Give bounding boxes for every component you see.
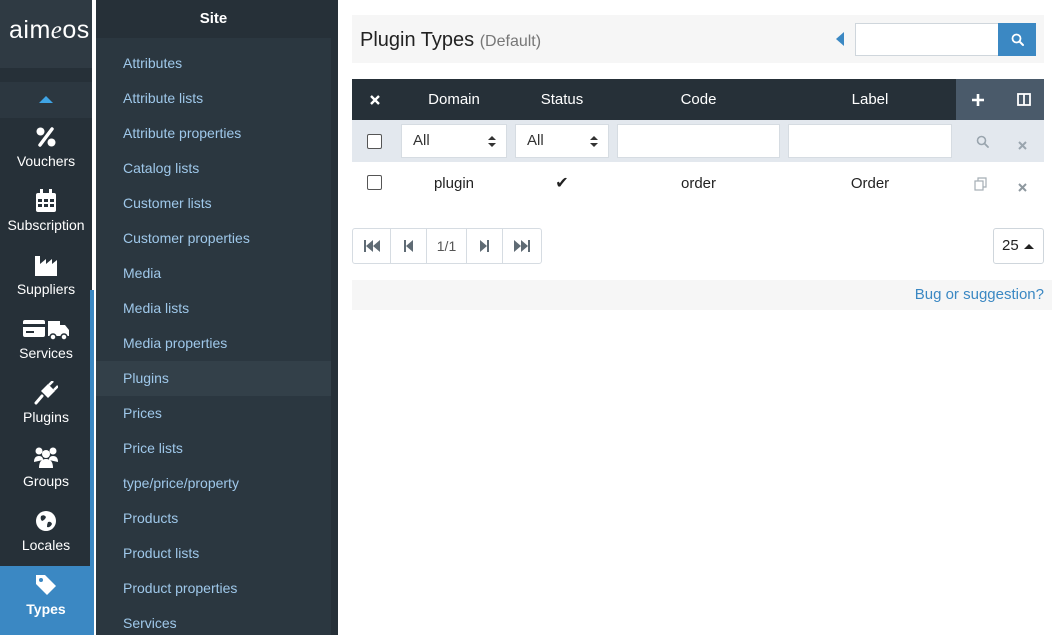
rail-scroll-up-button[interactable] xyxy=(0,82,92,118)
search-button[interactable] xyxy=(998,23,1036,56)
sidebar-item-services[interactable]: Services xyxy=(0,310,92,374)
subnav-item-services[interactable]: Services xyxy=(96,606,331,635)
subnav-item-customer-properties[interactable]: Customer properties xyxy=(96,221,331,256)
table-row[interactable]: plugin ✔ order Order xyxy=(352,162,1044,206)
close-icon xyxy=(1018,141,1027,150)
table-header-actions xyxy=(956,79,1044,120)
close-icon xyxy=(1018,183,1027,192)
sidebar-item-locales[interactable]: Locales xyxy=(0,502,92,566)
plug-icon xyxy=(0,379,92,407)
sidebar-item-groups[interactable]: Groups xyxy=(0,438,92,502)
status-check-icon: ✔ xyxy=(555,175,569,192)
cell-label: Order xyxy=(850,175,890,192)
close-icon xyxy=(370,95,380,105)
previous-page-button[interactable] xyxy=(391,229,427,263)
caret-up-icon xyxy=(1024,244,1034,249)
copy-icon xyxy=(974,177,987,191)
status-filter-select[interactable]: All xyxy=(515,124,609,158)
users-icon xyxy=(0,443,92,471)
last-page-button[interactable] xyxy=(503,229,541,263)
column-header-code[interactable]: Code xyxy=(617,79,780,120)
cell-code: order xyxy=(680,175,717,192)
percent-icon xyxy=(0,123,92,151)
subnav-item-attributes[interactable]: Attributes xyxy=(96,46,331,81)
fast-backward-icon xyxy=(363,240,380,252)
search-input[interactable] xyxy=(855,23,999,56)
subnav-item-price-property-types[interactable]: type/price/property xyxy=(96,466,331,501)
apply-filter-button[interactable] xyxy=(976,135,989,148)
fast-forward-icon xyxy=(514,240,530,252)
subnav-item-plugins[interactable]: Plugins xyxy=(96,361,331,396)
page-footer: Bug or suggestion? xyxy=(352,280,1052,310)
code-filter-input[interactable] xyxy=(617,124,780,158)
filter-row: All All xyxy=(352,120,1044,162)
clear-selection-button[interactable] xyxy=(352,79,398,120)
add-item-button[interactable] xyxy=(972,93,984,106)
search-toggle-button[interactable] xyxy=(836,32,844,46)
cell-domain: plugin xyxy=(433,175,475,192)
search-icon xyxy=(976,135,989,148)
sidebar-item-types[interactable]: Types xyxy=(0,566,92,635)
step-backward-icon xyxy=(404,240,413,252)
subnav-title: Site xyxy=(96,0,331,38)
column-header-status[interactable]: Status xyxy=(515,79,609,120)
subnav-item-prices[interactable]: Prices xyxy=(96,396,331,431)
table-header: Domain Status Code Label xyxy=(352,79,1044,120)
first-page-button[interactable] xyxy=(353,229,391,263)
search-icon xyxy=(1011,33,1024,46)
row-select-checkbox[interactable] xyxy=(367,175,382,190)
page-size-select[interactable]: 25 xyxy=(993,228,1044,264)
pagination: 1/1 xyxy=(352,228,542,264)
subnav-item-price-lists[interactable]: Price lists xyxy=(96,431,331,466)
copy-button[interactable] xyxy=(974,177,988,191)
truck-icon xyxy=(0,315,92,343)
label-filter-input[interactable] xyxy=(788,124,952,158)
subnav-item-media-lists[interactable]: Media lists xyxy=(96,291,331,326)
subnav-item-product-properties[interactable]: Product properties xyxy=(96,571,331,606)
columns-icon xyxy=(1017,93,1031,106)
rail-scroll-indicator xyxy=(90,290,94,635)
bug-report-link[interactable]: Bug or suggestion? xyxy=(915,286,1044,303)
domain-filter-select[interactable]: All xyxy=(401,124,507,158)
globe-icon xyxy=(0,507,92,535)
subnav-item-attribute-properties[interactable]: Attribute properties xyxy=(96,116,331,151)
page-header: Plugin Types (Default) xyxy=(352,15,1044,63)
column-header-label[interactable]: Label xyxy=(788,79,952,120)
calendar-icon xyxy=(0,187,92,215)
sidebar-item-subscription[interactable]: Subscription xyxy=(0,182,92,246)
sidebar-item-suppliers[interactable]: Suppliers xyxy=(0,246,92,310)
select-all-checkbox[interactable] xyxy=(367,134,382,149)
subnav-edge xyxy=(331,0,338,635)
sidebar-item-plugins[interactable]: Plugins xyxy=(0,374,92,438)
subnav-item-catalog-lists[interactable]: Catalog lists xyxy=(96,151,331,186)
delete-button[interactable] xyxy=(1018,179,1027,192)
brand-logo[interactable]: aimeos xyxy=(0,0,92,68)
subnav-item-product-lists[interactable]: Product lists xyxy=(96,536,331,571)
caret-up-icon xyxy=(39,96,53,103)
subnav-item-media[interactable]: Media xyxy=(96,256,331,291)
site-code: (Default) xyxy=(479,33,542,50)
columns-toggle-button[interactable] xyxy=(1017,93,1031,106)
next-page-button[interactable] xyxy=(467,229,503,263)
sidebar-item-vouchers[interactable]: Vouchers xyxy=(0,118,92,182)
subnav-item-products[interactable]: Products xyxy=(96,501,331,536)
column-header-domain[interactable]: Domain xyxy=(398,79,510,120)
factory-icon xyxy=(0,251,92,279)
subnav-item-customer-lists[interactable]: Customer lists xyxy=(96,186,331,221)
subnav-item-media-properties[interactable]: Media properties xyxy=(96,326,331,361)
plus-icon xyxy=(972,94,984,106)
reset-filter-button[interactable] xyxy=(1018,137,1027,150)
tag-icon xyxy=(0,571,92,599)
page-title: Plugin Types (Default) xyxy=(360,29,542,51)
page-indicator: 1/1 xyxy=(427,229,467,263)
subnav-item-attribute-lists[interactable]: Attribute lists xyxy=(96,81,331,116)
step-forward-icon xyxy=(480,240,489,252)
